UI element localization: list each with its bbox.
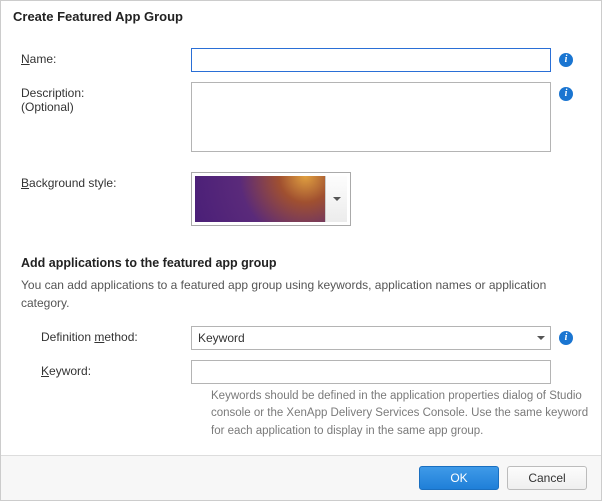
row-definition-method: Definition method: Keyword i [21,326,581,350]
row-name: Name: i [21,48,581,72]
dialog-body: Name: i Description: (Optional) i Backgr… [1,30,601,455]
info-icon[interactable]: i [559,53,573,67]
label-description: Description: (Optional) [21,82,191,114]
info-icon[interactable]: i [559,87,573,101]
label-keyword: Keyword: [21,360,191,378]
dialog-title: Create Featured App Group [1,1,601,30]
label-definition-method: Definition method: [21,326,191,344]
name-input[interactable] [191,48,551,72]
definition-method-value: Keyword [192,331,532,345]
chevron-down-icon [333,197,341,201]
section-description: You can add applications to a featured a… [21,276,581,312]
chevron-down-icon [537,336,545,340]
row-keyword: Keyword: [21,360,581,384]
ok-button[interactable]: OK [419,466,499,490]
definition-method-select[interactable]: Keyword [191,326,551,350]
background-style-dropdown-button[interactable] [325,176,347,222]
section-heading-add-apps: Add applications to the featured app gro… [21,256,581,270]
dialog-window: Create Featured App Group Name: i Descri… [0,0,602,501]
keyword-input[interactable] [191,360,551,384]
info-icon[interactable]: i [559,331,573,345]
row-background-style: Background style: [21,172,581,226]
dialog-footer: OK Cancel [1,455,601,500]
background-style-picker[interactable] [191,172,351,226]
description-input[interactable] [191,82,551,152]
row-description: Description: (Optional) i [21,82,581,152]
background-swatch-preview [195,176,325,222]
label-background-style: Background style: [21,172,191,190]
label-name: Name: [21,48,191,66]
keyword-helper-text: Keywords should be defined in the applic… [211,388,591,440]
definition-method-dropdown-button[interactable] [532,327,550,349]
cancel-button[interactable]: Cancel [507,466,587,490]
